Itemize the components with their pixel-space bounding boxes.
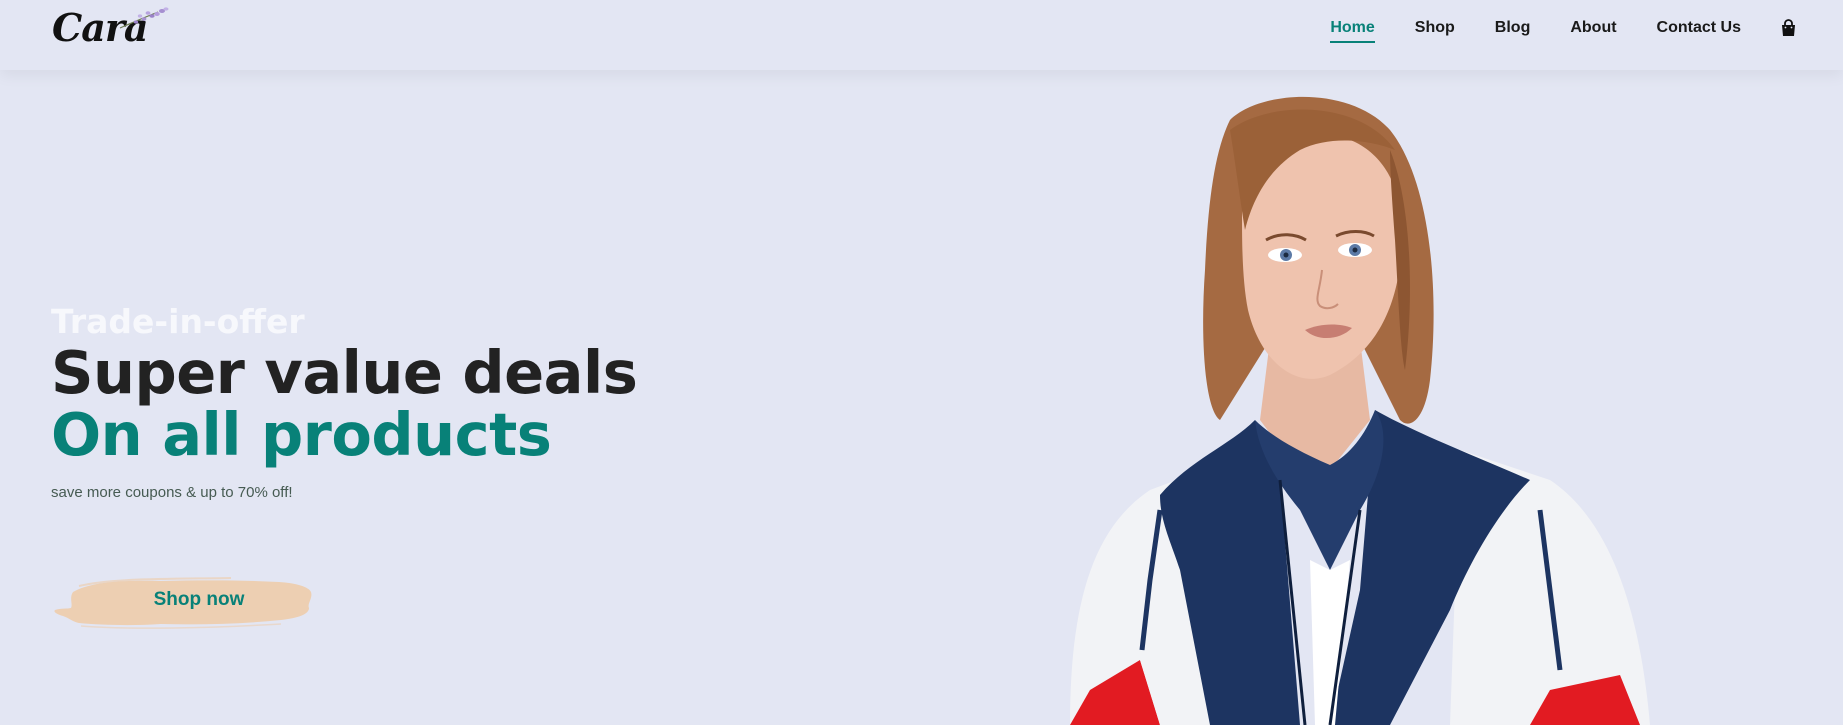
shop-now-label: Shop now [153,589,245,610]
hero-subtext: save more coupons & up to 70% off! [51,484,293,501]
nav-item-shop[interactable]: Shop [1415,18,1455,38]
nav-item-about[interactable]: About [1570,18,1616,38]
model-in-windbreaker-photo [1070,96,1650,725]
hero-eyebrow: Trade-in-offer [51,302,305,341]
hero-section: Trade-in-offer Super value deals On all … [0,70,1843,725]
shop-now-button[interactable]: Shop now [51,568,313,632]
main-nav: Home Shop Blog About Contact Us [1330,0,1843,55]
lavender-sprig-icon [119,7,169,29]
shopping-bag-icon[interactable] [1779,18,1797,38]
site-header: Cara Home Shop Blog About Contact Us [0,0,1843,70]
hero-headline: Super value deals [51,338,638,407]
nav-item-home[interactable]: Home [1330,18,1376,43]
nav-item-contact-us[interactable]: Contact Us [1657,18,1741,38]
hero-copy: Trade-in-offer Super value deals On all … [51,302,751,629]
site-logo[interactable]: Cara [52,2,169,54]
hero-headline-accent: On all products [51,400,552,469]
nav-item-blog[interactable]: Blog [1495,18,1531,38]
